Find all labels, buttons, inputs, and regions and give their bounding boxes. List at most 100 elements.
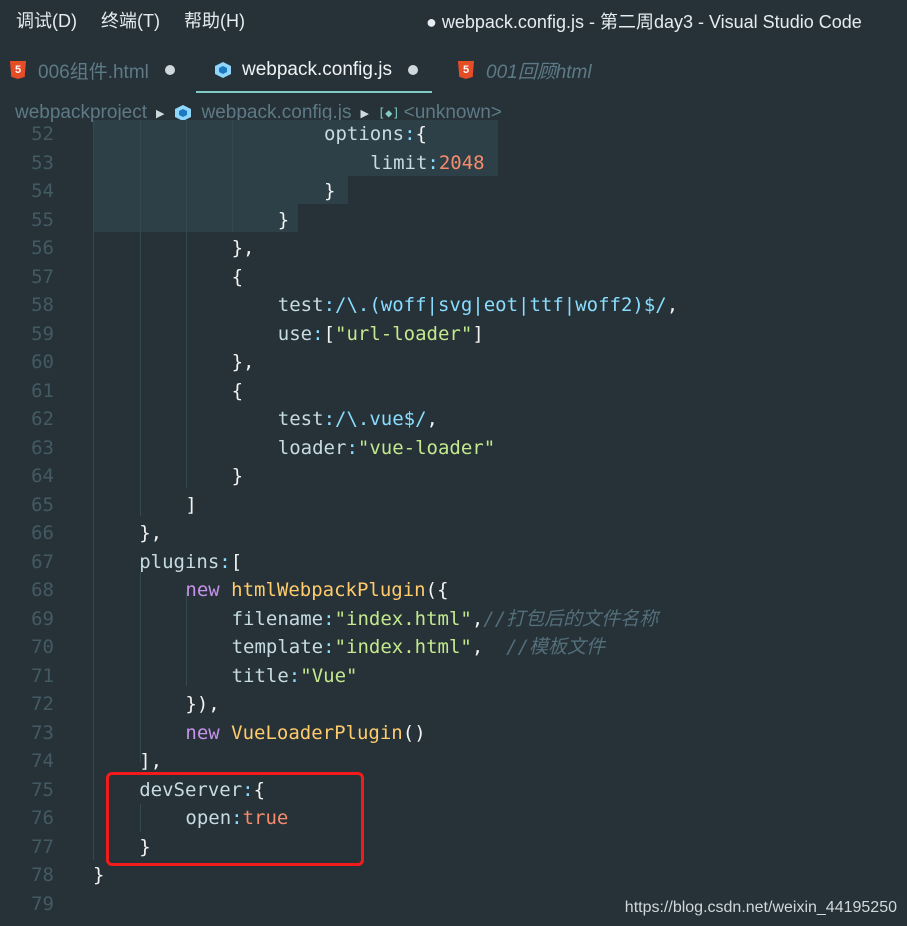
line-number: 53 — [31, 151, 54, 174]
code-token: : — [288, 664, 301, 687]
code-line[interactable]: 65] — [0, 491, 907, 519]
code-line[interactable]: 55} — [0, 206, 907, 234]
menu-debug[interactable]: 调试(D) — [16, 7, 77, 33]
code-text: new VueLoaderPlugin() — [185, 719, 425, 747]
line-number: 62 — [31, 408, 54, 430]
line-number: 65 — [31, 493, 54, 516]
code-text: loader:"vue-loader" — [278, 434, 495, 462]
code-text: use:["url-loader"] — [278, 320, 484, 348]
code-text: new htmlWebpackPlugin({ — [185, 576, 448, 604]
code-text: }, — [139, 519, 162, 547]
code-text: test:/\.(woff|svg|eot|ttf|woff2)$/, — [278, 291, 678, 319]
code-token: test — [277, 408, 324, 430]
code-token: /\.vue$/ — [335, 408, 427, 430]
tab-bar: 5 006组件.html webpack.config.js 5 001回顾ht… — [0, 48, 907, 92]
code-line[interactable]: 57 { — [0, 263, 907, 291]
line-number: 52 — [31, 123, 54, 145]
code-token: [ — [230, 550, 243, 573]
code-token: : — [346, 436, 358, 459]
code-line[interactable]: 59 use:["url-loader"] — [0, 320, 907, 348]
code-text: }), — [185, 690, 219, 718]
code-text: }, — [232, 348, 255, 376]
code-token: template — [231, 636, 324, 658]
code-text: }, — [232, 234, 255, 262]
code-line[interactable]: 53 limit:2048 — [0, 149, 907, 177]
code-token: : — [427, 151, 439, 174]
line-number: 74 — [31, 750, 54, 772]
code-text: limit:2048 — [370, 149, 484, 177]
html5-icon: 5 — [10, 61, 26, 79]
code-token: { — [231, 265, 244, 288]
code-line[interactable]: 64} — [0, 462, 907, 490]
code-token: ], — [139, 750, 163, 772]
code-line[interactable]: 54} — [0, 177, 907, 205]
code-text: } — [278, 206, 289, 234]
code-line[interactable]: 67 plugins:[ — [0, 548, 907, 576]
code-line[interactable]: 70 template:"index.html", //模板文件 — [0, 633, 907, 661]
code-text: } — [93, 861, 104, 889]
code-text: filename:"index.html",//打包后的文件名称 — [232, 605, 659, 633]
code-token: "vue-loader" — [357, 436, 496, 459]
code-line[interactable]: 69 filename:"index.html",//打包后的文件名称 — [0, 605, 907, 633]
code-token: test — [277, 294, 324, 316]
tab-label: webpack.config.js — [242, 59, 392, 80]
code-token: new — [185, 721, 232, 744]
code-token: , — [666, 294, 679, 316]
code-token: : — [219, 550, 231, 573]
line-number: 73 — [31, 721, 54, 744]
code-line[interactable]: 61 { — [0, 377, 907, 405]
tab-001-review-html[interactable]: 5 001回顾html — [458, 48, 592, 92]
code-line[interactable]: 71 title:"Vue" — [0, 662, 907, 690]
line-number: 61 — [31, 379, 54, 402]
code-token: htmlWebpackPlugin — [231, 579, 426, 601]
line-number: 77 — [31, 835, 54, 858]
code-token: [ — [323, 322, 336, 345]
tab-label: 006组件.html — [38, 61, 149, 83]
code-line[interactable]: 73 new VueLoaderPlugin() — [0, 719, 907, 747]
code-token: options — [324, 123, 405, 145]
code-token: } — [231, 465, 244, 487]
code-line[interactable]: 68 new htmlWebpackPlugin({ — [0, 576, 907, 604]
code-token: VueLoaderPlugin — [231, 721, 403, 744]
code-token: use — [277, 322, 313, 345]
code-token: : — [323, 636, 335, 658]
code-token: new — [185, 579, 232, 601]
code-token: }, — [231, 351, 255, 373]
code-text: ] — [185, 491, 196, 519]
line-number: 71 — [31, 664, 54, 687]
tab-webpack-config[interactable]: webpack.config.js — [214, 48, 418, 92]
code-token: }), — [185, 693, 220, 715]
line-number: 78 — [31, 864, 54, 886]
chevron-right-icon: ▶ — [156, 107, 165, 120]
menu-help[interactable]: 帮助(H) — [184, 7, 245, 33]
code-token: ] — [472, 322, 484, 345]
line-number: 59 — [31, 322, 54, 345]
line-number: 72 — [31, 693, 54, 715]
menu-terminal[interactable]: 终端(T) — [101, 7, 160, 33]
code-line[interactable]: 62 test:/\.vue$/, — [0, 405, 907, 433]
code-line[interactable]: 72}), — [0, 690, 907, 718]
code-line[interactable]: 60}, — [0, 348, 907, 376]
code-token: : — [404, 123, 416, 145]
code-text: { — [232, 377, 243, 405]
line-number: 67 — [31, 550, 54, 573]
code-text: title:"Vue" — [232, 662, 358, 690]
code-token: } — [93, 864, 105, 886]
tab-006-component-html[interactable]: 5 006组件.html — [10, 48, 175, 92]
unsaved-dot-icon[interactable] — [407, 65, 418, 75]
code-line[interactable]: 74], — [0, 747, 907, 775]
line-number: 75 — [31, 778, 54, 801]
code-line[interactable]: 56}, — [0, 234, 907, 262]
code-text: plugins:[ — [139, 548, 242, 576]
unsaved-dot-icon[interactable] — [164, 65, 175, 75]
watermark: https://blog.csdn.net/weixin_44195250 — [624, 899, 897, 916]
line-number: 56 — [31, 237, 54, 259]
code-line[interactable]: 58 test:/\.(woff|svg|eot|ttf|woff2)$/, — [0, 291, 907, 319]
line-number: 70 — [31, 636, 54, 658]
code-line[interactable]: 66}, — [0, 519, 907, 547]
code-line[interactable]: 63 loader:"vue-loader" — [0, 434, 907, 462]
code-line[interactable]: 52 options:{ — [0, 120, 907, 148]
line-number: 76 — [31, 807, 54, 829]
code-token: limit — [370, 151, 428, 174]
code-token: title — [231, 664, 289, 687]
